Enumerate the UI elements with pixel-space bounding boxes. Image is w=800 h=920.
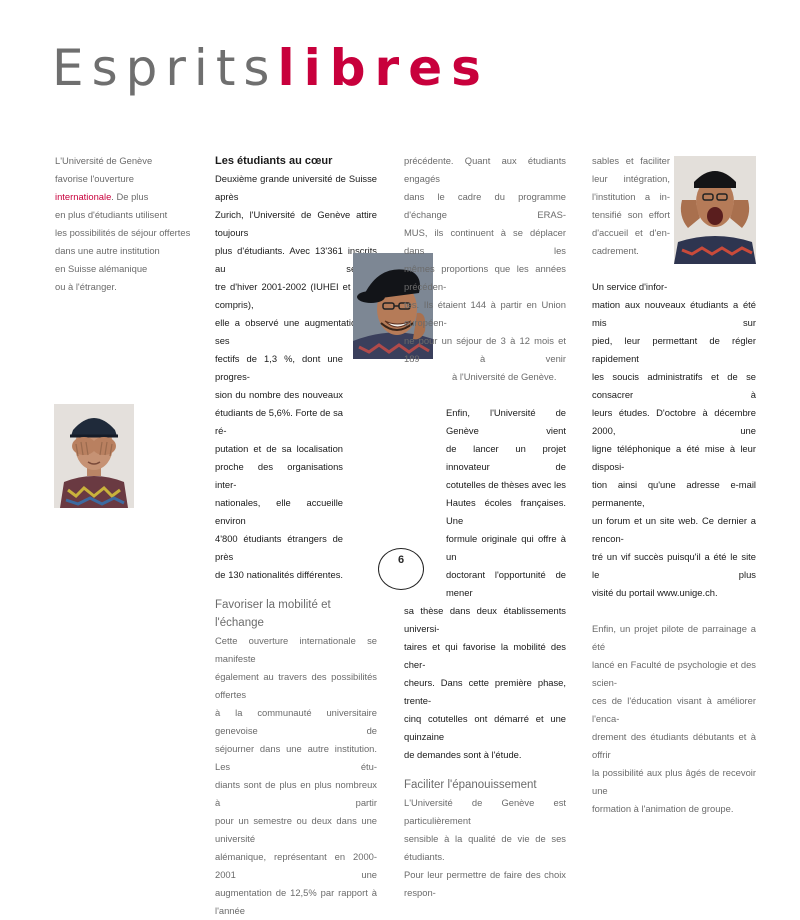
text-line: fectifs de 1,3 %, dont une progres- xyxy=(215,353,343,382)
text-line: cotutelles de thèses avec les xyxy=(446,479,566,490)
text-line: ne pour un séjour de 3 à 12 mois et 189 … xyxy=(404,335,566,364)
text-line: Enfin, un projet pilote de parrainage a … xyxy=(592,623,756,652)
text-line: tion ainsi qu'une adresse e-mail permane… xyxy=(592,479,756,508)
text-line: diants sont de plus en plus nombreux à p… xyxy=(215,779,377,808)
text-line: leurs études. D'octobre à décembre 2000,… xyxy=(592,407,756,436)
text-line: de demandes sont à l'étude. xyxy=(404,749,522,760)
text-line: nationales, elle accueille environ xyxy=(215,497,343,526)
text-line: pied, leur permettant de régler rapideme… xyxy=(592,335,756,364)
text-line: cinq cotutelles ont démarré et une quinz… xyxy=(404,713,566,742)
text-line: doctorant l'opportunité de mener xyxy=(446,569,566,598)
sidebar-line: L'Université de Genève xyxy=(55,155,153,166)
text-line: 4'800 étudiants étrangers de près xyxy=(215,533,343,562)
sidebar-line: internationale. De plus xyxy=(55,191,149,202)
text-line: MUS, ils continuent à se déplacer dans l… xyxy=(404,227,566,256)
text-line: à l'Université de Genève. xyxy=(452,371,557,382)
sidebar-line: favorise l'ouverture xyxy=(55,173,134,184)
text-line: lancé en Faculté de psychologie et des s… xyxy=(592,659,756,688)
text-line: cheurs. Dans cette première phase, trent… xyxy=(404,677,566,706)
text-line: cadrement. xyxy=(592,245,639,256)
text-line: Un service d'infor- xyxy=(592,281,668,292)
text-line: pour un semestre ou deux dans une univer… xyxy=(215,815,377,844)
text-line: augmentation de 12,5% par rapport à l'an… xyxy=(215,887,377,916)
text-line: tensifié son effort xyxy=(592,209,670,220)
text-line: Hautes écoles françaises. Une xyxy=(446,497,566,526)
text-line: Cette ouverture internationale se manife… xyxy=(215,635,377,664)
text-line: étudiants de 5,6%. Forte de sa ré- xyxy=(215,407,343,436)
column-3: précédente. Quant aux étudiants engagés … xyxy=(404,152,566,902)
section-heading: Favoriser la mobilité et l'échange xyxy=(215,599,331,629)
text-line: Deuxième grande université de Suisse apr… xyxy=(215,173,377,202)
text-line: visité du portail www.unige.ch. xyxy=(592,587,718,598)
text-line: sa thèse dans deux établissements univer… xyxy=(404,605,566,634)
student-covering-eyes-illustration xyxy=(54,404,134,508)
text-line: la possibilité aux plus âgés de recevoir… xyxy=(592,767,756,796)
text-line: putation et de sa localisation xyxy=(215,443,343,454)
sidebar-intro: L'Université de Genève favorise l'ouvert… xyxy=(55,152,195,296)
text-line: tes. Ils étaient 144 à partir en Union e… xyxy=(404,299,566,328)
text-line: L'Université de Genève est particulièrem… xyxy=(404,797,566,826)
text-line: drement des étudiants débutants et à off… xyxy=(592,731,756,760)
text-line: mation aux nouveaux étudiants a été mis … xyxy=(592,299,756,328)
text-line: précédente. Quant aux étudiants engagés xyxy=(404,155,566,184)
title-part-esprits: Esprits xyxy=(52,39,278,97)
text-line: sion du nombre des nouveaux xyxy=(215,389,343,400)
section-heading: Faciliter l'épanouissement xyxy=(404,779,537,791)
text-line: Zurich, l'Université de Genève attire to… xyxy=(215,209,377,238)
text-line: alémanique, représentant en 2000-2001 un… xyxy=(215,851,377,880)
sidebar-line: en plus d'étudiants utilisent xyxy=(55,209,168,220)
text-line: dans le cadre du programme d'échange ERA… xyxy=(404,191,566,220)
text-line: de 130 nationalités différentes. xyxy=(215,569,343,580)
text-line: les soucis administratifs et de se consa… xyxy=(592,371,756,400)
column-4: sables et faciliter leur intégration, l'… xyxy=(592,152,756,818)
page-number: 6 xyxy=(378,548,424,590)
text-line: ligne téléphonique a été mise à leur dis… xyxy=(592,443,756,472)
highlight-word: internationale xyxy=(55,191,112,202)
text-line: d'accueil et d'en- xyxy=(592,227,670,238)
text-line: également au travers des possibilités of… xyxy=(215,671,377,700)
text-line: formule originale qui offre à un xyxy=(446,533,566,562)
text-line: ces de l'éducation visant à améliorer l'… xyxy=(592,695,756,724)
text-line: un forum et un site web. Ce dernier a re… xyxy=(592,515,756,544)
text-line: Enfin, l'Université de Genève vient xyxy=(446,407,566,436)
text-line: l'institution a in- xyxy=(592,191,670,202)
text-line: séjourner dans une autre institution. Le… xyxy=(215,743,377,772)
text-line: formation à l'animation de groupe. xyxy=(592,803,734,814)
text-line: sensible à la qualité de vie de ses étud… xyxy=(404,833,566,862)
text-line: de lancer un projet innovateur de xyxy=(446,443,566,472)
text-line: mêmes proportions que les années précéde… xyxy=(404,263,566,292)
text-line: leur intégration, xyxy=(592,173,670,184)
text-line: proche des organisations inter- xyxy=(215,461,343,490)
photo-covering-eyes xyxy=(54,404,134,508)
section-heading: Les étudiants au cœur xyxy=(215,155,333,167)
text-line: Pour leur permettre de faire des choix r… xyxy=(404,869,566,898)
title-part-libres: libres xyxy=(277,39,490,97)
sidebar-line: en Suisse alémanique xyxy=(55,263,148,274)
page-title: Espritslibres xyxy=(52,38,490,98)
sidebar-line: dans une autre institution xyxy=(55,245,160,256)
text-line: taires et qui favorise la mobilité des c… xyxy=(404,641,566,670)
text-line: sables et faciliter xyxy=(592,155,670,166)
text-line: à la communauté universitaire genevoise … xyxy=(215,707,377,736)
sidebar-line: ou à l'étranger. xyxy=(55,281,117,292)
text-line: tré un vif succès puisqu'il a été le sit… xyxy=(592,551,756,580)
sidebar-line: les possibilités de séjour offertes xyxy=(55,227,191,238)
